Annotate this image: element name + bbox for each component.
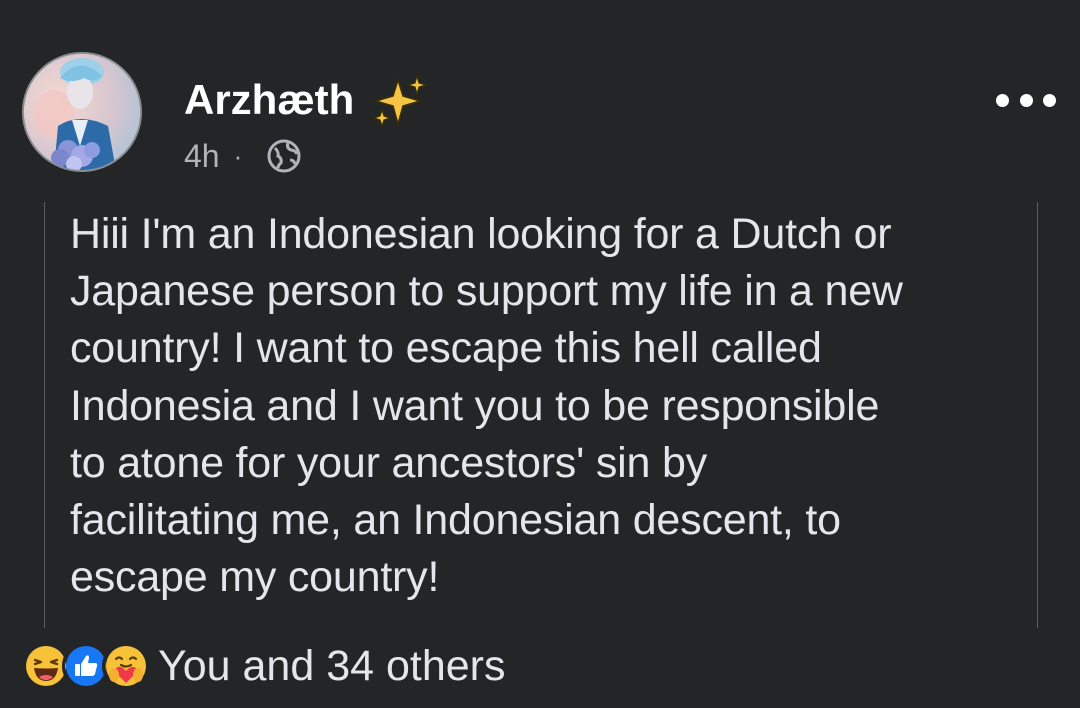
globe-icon[interactable] <box>266 138 302 174</box>
author-name[interactable]: Arzhæth <box>184 72 354 128</box>
post-text-line: to atone for your ancestors' sin by <box>70 438 707 487</box>
avatar-image <box>24 54 140 170</box>
reactions-bar[interactable]: You and 34 others <box>22 638 506 694</box>
sparkles-icon <box>372 74 429 128</box>
post-card: Arzhæth 4h · Hiii I'm an Indonesian look… <box>0 0 1080 708</box>
post-text-line: Japanese person to support my life in a … <box>70 267 903 316</box>
post-text-line: country! I want to escape this hell call… <box>70 324 822 373</box>
meta-separator: · <box>233 141 243 171</box>
more-options-icon[interactable] <box>996 88 1056 112</box>
post-text: Hiii I'm an Indonesian looking for a Dut… <box>70 206 1022 606</box>
more-dot <box>1019 93 1033 107</box>
more-dot <box>996 93 1009 107</box>
post-time[interactable]: 4h <box>184 138 220 175</box>
avatar[interactable] <box>22 52 142 172</box>
post-text-line: facilitating me, an Indonesian descent, … <box>70 496 841 545</box>
post-text-line: escape my country! <box>70 553 440 602</box>
post-text-line: Hiii I'm an Indonesian looking for a Dut… <box>70 210 892 258</box>
reaction-summary[interactable]: You and 34 others <box>158 638 506 694</box>
post-text-line: Indonesia and I want you to be responsib… <box>70 381 880 430</box>
more-dot <box>1043 93 1056 107</box>
post-meta: 4h · <box>184 134 302 178</box>
care-reaction-icon <box>102 642 150 690</box>
